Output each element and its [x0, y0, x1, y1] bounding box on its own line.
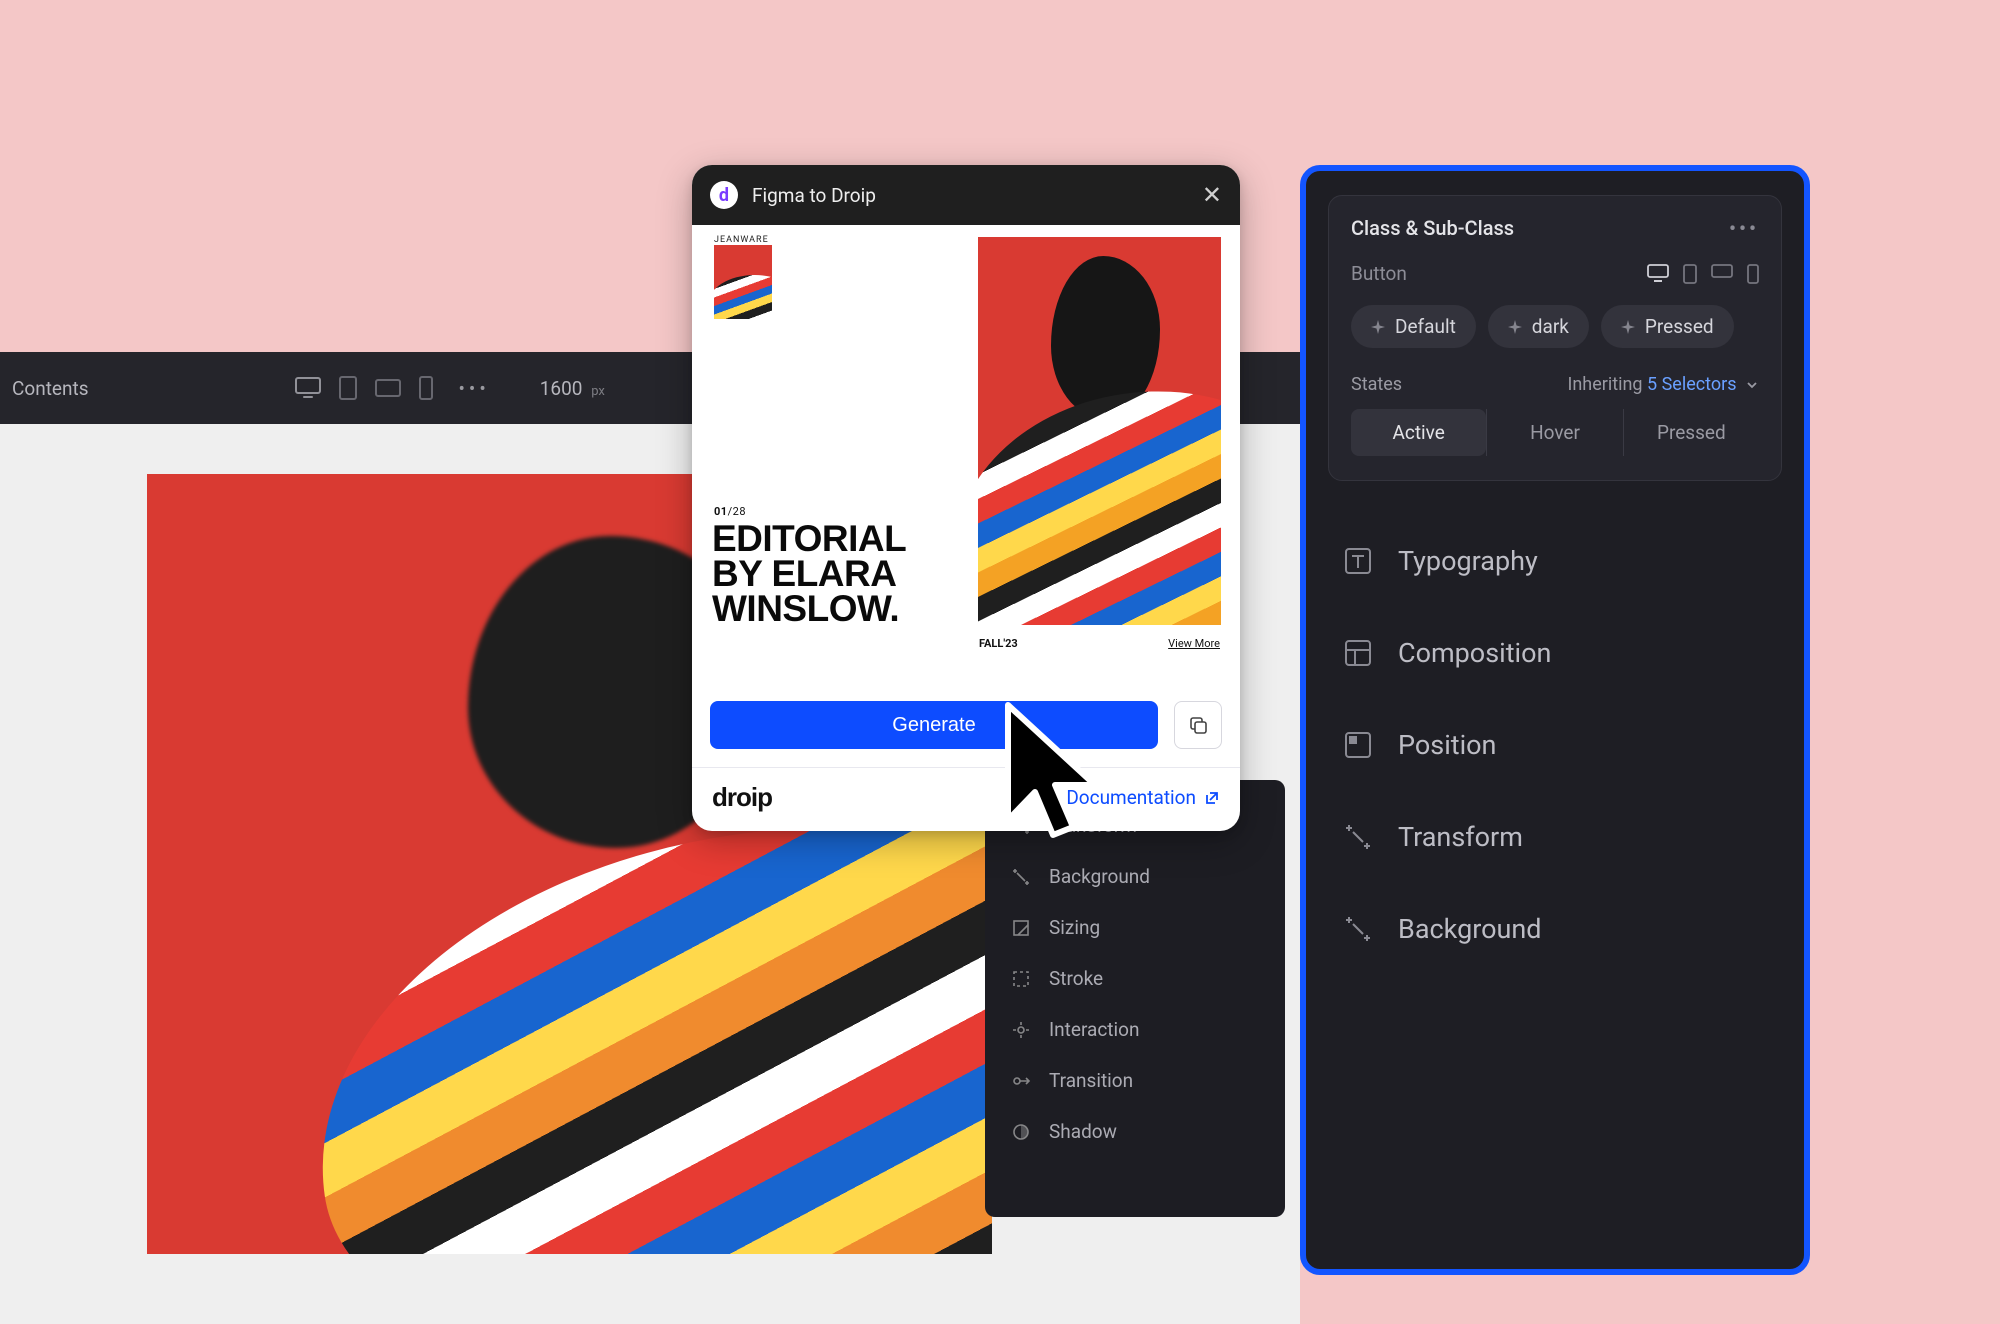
chevron-down-icon — [1745, 378, 1759, 392]
design-thumbnail — [714, 245, 772, 319]
contents-label[interactable]: Contents — [12, 377, 89, 400]
sparkle-icon — [1508, 320, 1522, 334]
section-label: Transition — [1049, 1069, 1133, 1092]
droip-app-icon: d — [710, 181, 738, 209]
selector-label[interactable]: Button — [1351, 262, 1407, 285]
section-composition[interactable]: Composition — [1306, 607, 1804, 699]
design-main-image — [978, 237, 1221, 625]
canvas-width-unit: px — [591, 384, 605, 399]
design-headline: EDITORIAL BY ELARA WINSLOW. — [712, 521, 906, 626]
section-background[interactable]: Background — [985, 851, 1285, 902]
section-transform[interactable]: Transform — [1306, 791, 1804, 883]
design-season: FALL'23 — [979, 637, 1018, 650]
composition-icon — [1342, 637, 1374, 669]
modal-title: Figma to Droip — [752, 184, 876, 207]
class-card: Class & Sub-Class ••• Button Default dar… — [1328, 195, 1782, 481]
modal-titlebar: d Figma to Droip ✕ — [692, 165, 1240, 225]
section-position[interactable]: Position — [1306, 699, 1804, 791]
close-icon[interactable]: ✕ — [1202, 181, 1222, 209]
sparkle-icon — [1621, 320, 1635, 334]
brand-logo: droip — [712, 782, 772, 813]
design-brand: JEANWARE — [714, 235, 769, 245]
state-tab-hover[interactable]: Hover — [1486, 409, 1622, 456]
copy-button[interactable] — [1174, 701, 1222, 749]
tablet-landscape-icon[interactable] — [375, 379, 401, 397]
section-label: Composition — [1398, 637, 1551, 669]
pill-label: Pressed — [1645, 315, 1714, 338]
section-typography[interactable]: Typography — [1306, 515, 1804, 607]
view-more-link[interactable]: View More — [1168, 637, 1220, 650]
external-link-icon — [1204, 790, 1220, 806]
state-tab-pressed[interactable]: Pressed — [1623, 409, 1759, 456]
pill-label: dark — [1532, 315, 1569, 338]
card-menu-icon[interactable]: ••• — [1729, 216, 1759, 240]
section-interaction[interactable]: Interaction — [985, 1004, 1285, 1055]
section-label: Background — [1049, 865, 1150, 888]
copy-icon — [1188, 715, 1208, 735]
section-label: Position — [1398, 729, 1496, 761]
canvas-width-value: 1600 — [540, 377, 583, 400]
desktop-icon[interactable] — [295, 377, 321, 399]
section-label: Stroke — [1049, 967, 1103, 990]
page-indicator: 01/28 — [714, 505, 746, 518]
section-label: Typography — [1398, 545, 1538, 577]
card-title: Class & Sub-Class — [1351, 216, 1514, 240]
section-label: Interaction — [1049, 1018, 1139, 1041]
canvas-width[interactable]: 1600 px — [540, 377, 605, 400]
figma-to-droip-modal: d Figma to Droip ✕ JEANWARE 01/28 EDITOR… — [692, 165, 1240, 831]
design-preview: JEANWARE 01/28 EDITORIAL BY ELARA WINSLO… — [710, 237, 1222, 655]
desktop-icon[interactable] — [1647, 264, 1669, 284]
section-label: Background — [1398, 913, 1542, 945]
transform-icon — [1342, 821, 1374, 853]
states-tabs: Active Hover Pressed — [1351, 409, 1759, 456]
cursor-icon — [1003, 700, 1103, 850]
more-devices-icon[interactable]: ••• — [459, 377, 490, 400]
section-stroke[interactable]: Stroke — [985, 953, 1285, 1004]
class-pills: Default dark Pressed — [1351, 305, 1759, 348]
states-label: States — [1351, 374, 1402, 395]
pill-label: Default — [1395, 315, 1456, 338]
sparkle-icon — [1371, 320, 1385, 334]
section-background[interactable]: Background — [1306, 883, 1804, 975]
tablet-portrait-icon[interactable] — [339, 376, 357, 400]
class-pill-default[interactable]: Default — [1351, 305, 1476, 348]
device-switcher: ••• — [295, 376, 490, 400]
section-label: Transform — [1398, 821, 1523, 853]
state-tab-active[interactable]: Active — [1351, 409, 1486, 456]
class-pill-dark[interactable]: dark — [1488, 305, 1589, 348]
mobile-icon[interactable] — [1747, 264, 1759, 284]
section-label: Shadow — [1049, 1120, 1117, 1143]
style-inspector: Class & Sub-Class ••• Button Default dar… — [1300, 165, 1810, 1275]
typography-icon — [1342, 545, 1374, 577]
class-pill-pressed[interactable]: Pressed — [1601, 305, 1734, 348]
mobile-icon[interactable] — [419, 376, 433, 400]
device-indicators — [1647, 264, 1759, 284]
section-label: Sizing — [1049, 916, 1100, 939]
tablet-landscape-icon[interactable] — [1711, 264, 1733, 284]
section-shadow[interactable]: Shadow — [985, 1106, 1285, 1157]
position-icon — [1342, 729, 1374, 761]
section-transition[interactable]: Transition — [985, 1055, 1285, 1106]
inheriting-link[interactable]: Inheriting 5 Selectors — [1567, 374, 1759, 395]
background-icon — [1342, 913, 1374, 945]
modal-footer: droip Documentation — [692, 767, 1240, 831]
section-sizing[interactable]: Sizing — [985, 902, 1285, 953]
tablet-portrait-icon[interactable] — [1683, 264, 1697, 284]
